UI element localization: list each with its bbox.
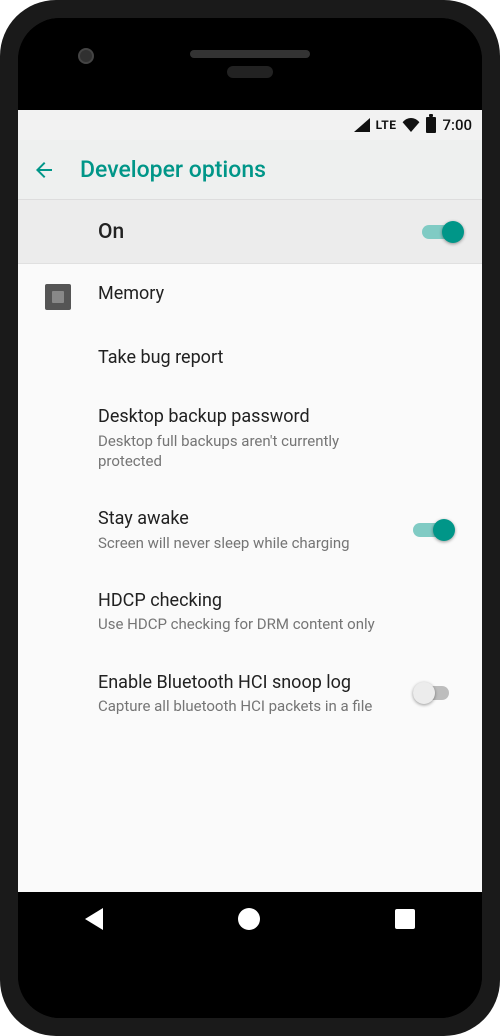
list-item-stay-awake[interactable]: Stay awake Screen will never sleep while… — [18, 489, 482, 571]
phone-frame: LTE 7:00 Developer options On — [0, 0, 500, 1036]
network-type: LTE — [376, 118, 397, 132]
chip-icon — [45, 284, 71, 310]
bezel-top — [18, 18, 482, 110]
wifi-icon — [402, 118, 420, 132]
cell-signal-icon — [354, 118, 370, 132]
screen: LTE 7:00 Developer options On — [18, 110, 482, 946]
item-subtitle: Capture all bluetooth HCI packets in a f… — [98, 696, 396, 716]
earpiece-speaker — [190, 50, 310, 58]
settings-list: Memory Take bug report Desktop backup pa… — [18, 264, 482, 892]
master-toggle-row[interactable]: On — [18, 200, 482, 264]
item-title: HDCP checking — [98, 589, 396, 612]
nav-recent-button[interactable] — [395, 909, 415, 929]
item-title: Desktop backup password — [98, 405, 396, 428]
list-item-backup-password[interactable]: Desktop backup password Desktop full bac… — [18, 387, 482, 489]
front-camera — [78, 48, 94, 64]
nav-home-button[interactable] — [238, 908, 260, 930]
phone-inner: LTE 7:00 Developer options On — [18, 18, 482, 1018]
item-title: Memory — [98, 282, 396, 305]
sensor-slot — [227, 66, 273, 78]
item-subtitle: Use HDCP checking for DRM content only — [98, 614, 396, 634]
page-title: Developer options — [80, 156, 266, 183]
bezel-bottom — [18, 946, 482, 1018]
master-toggle-switch[interactable] — [422, 220, 464, 244]
item-subtitle: Screen will never sleep while charging — [98, 533, 396, 553]
list-item-memory[interactable]: Memory — [18, 264, 482, 328]
item-subtitle: Desktop full backups aren't currently pr… — [98, 431, 396, 472]
back-arrow-icon — [32, 158, 56, 182]
battery-icon — [426, 117, 436, 133]
stay-awake-switch[interactable] — [413, 518, 455, 542]
item-title: Take bug report — [98, 346, 396, 369]
app-bar: Developer options — [18, 140, 482, 200]
item-title: Stay awake — [98, 507, 396, 530]
nav-back-button[interactable] — [85, 908, 103, 930]
bt-snoop-switch[interactable] — [413, 681, 455, 705]
list-item-bug-report[interactable]: Take bug report — [18, 328, 482, 387]
item-title: Enable Bluetooth HCI snoop log — [98, 671, 396, 694]
clock: 7:00 — [442, 116, 472, 134]
status-bar: LTE 7:00 — [18, 110, 482, 140]
back-button[interactable] — [32, 158, 56, 182]
master-toggle-label: On — [98, 220, 422, 244]
list-item-bt-snoop[interactable]: Enable Bluetooth HCI snoop log Capture a… — [18, 653, 482, 735]
nav-bar — [18, 892, 482, 946]
list-item-hdcp[interactable]: HDCP checking Use HDCP checking for DRM … — [18, 571, 482, 653]
